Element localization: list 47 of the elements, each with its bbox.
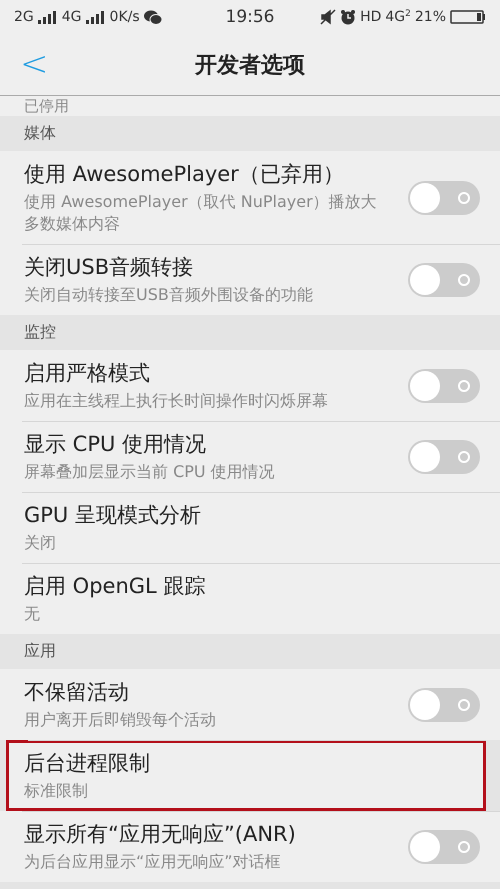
toggle-switch[interactable] bbox=[408, 688, 480, 722]
setting-summary: 关闭自动转接至USB音频外围设备的功能 bbox=[24, 284, 314, 306]
mute-icon bbox=[320, 9, 336, 25]
setting-row[interactable]: 关闭USB音频转接 关闭自动转接至USB音频外围设备的功能 bbox=[0, 244, 500, 315]
alarm-icon bbox=[340, 9, 356, 25]
highlight-frame[interactable]: 后台进程限制 标准限制 bbox=[6, 740, 486, 811]
setting-title: 关闭USB音频转接 bbox=[24, 254, 194, 281]
setting-title: 显示 CPU 使用情况 bbox=[24, 431, 208, 458]
setting-summary: 用户离开后即销毁每个活动 bbox=[24, 709, 217, 731]
setting-title: 后台进程限制 bbox=[24, 750, 151, 777]
setting-summary: 使用 AwesomePlayer（取代 NuPlayer）播放大多数媒体内容 bbox=[24, 191, 378, 235]
toggle-switch[interactable] bbox=[408, 180, 480, 214]
toggle-switch[interactable] bbox=[408, 440, 480, 474]
setting-title: 启用严格模式 bbox=[24, 360, 151, 387]
network-type: 4G bbox=[62, 9, 82, 25]
setting-title: 启用 OpenGL 跟踪 bbox=[24, 573, 206, 600]
network-type: 2G bbox=[14, 9, 34, 25]
setting-title: GPU 呈现模式分析 bbox=[24, 502, 202, 529]
setting-row[interactable]: 不保留活动 用户离开后即销毁每个活动 bbox=[0, 669, 500, 740]
setting-summary: 无 bbox=[24, 603, 41, 625]
setting-summary: 屏幕叠加层显示当前 CPU 使用情况 bbox=[24, 461, 276, 483]
signal-icon bbox=[86, 10, 106, 24]
setting-title: 显示所有“应用无响应”(ANR) bbox=[24, 821, 297, 848]
setting-summary: 为后台应用显示“应用无响应”对话框 bbox=[24, 851, 282, 873]
signal-icon bbox=[38, 10, 58, 24]
hd-label: HD bbox=[360, 9, 382, 25]
setting-summary: 已停用 bbox=[24, 97, 69, 116]
setting-summary: 标准限制 bbox=[24, 780, 89, 802]
chat-icon bbox=[144, 10, 162, 24]
setting-title: 使用 AwesomePlayer（已弃用） bbox=[24, 161, 345, 188]
clock: 19:56 bbox=[226, 7, 274, 27]
toggle-switch[interactable] bbox=[408, 262, 480, 296]
toggle-switch[interactable] bbox=[408, 368, 480, 402]
setting-row[interactable]: 启用 OpenGL 跟踪 无 bbox=[0, 563, 500, 634]
battery-level: 21% bbox=[414, 9, 446, 25]
setting-summary: 应用在主线程上执行长时间操作时闪烁屏幕 bbox=[24, 390, 329, 412]
setting-row[interactable]: GPU 呈现模式分析 关闭 bbox=[0, 492, 500, 563]
data-speed: 0K/s bbox=[110, 9, 140, 25]
toggle-switch[interactable] bbox=[408, 830, 480, 864]
setting-row[interactable]: 显示 CPU 使用情况 屏幕叠加层显示当前 CPU 使用情况 bbox=[0, 421, 500, 492]
setting-row[interactable]: 显示所有“应用无响应”(ANR) 为后台应用显示“应用无响应”对话框 bbox=[0, 811, 500, 882]
setting-summary: 关闭 bbox=[24, 532, 57, 554]
setting-row[interactable]: 启用严格模式 应用在主线程上执行长时间操作时闪烁屏幕 bbox=[0, 350, 500, 421]
setting-title: 不保留活动 bbox=[24, 679, 130, 706]
page-title: 开发者选项 bbox=[195, 52, 305, 80]
battery-icon bbox=[450, 9, 486, 25]
setting-row[interactable]: 使用 AwesomePlayer（已弃用） 使用 AwesomePlayer（取代 NuPlayer）播放大多数媒体内容 bbox=[0, 151, 500, 244]
